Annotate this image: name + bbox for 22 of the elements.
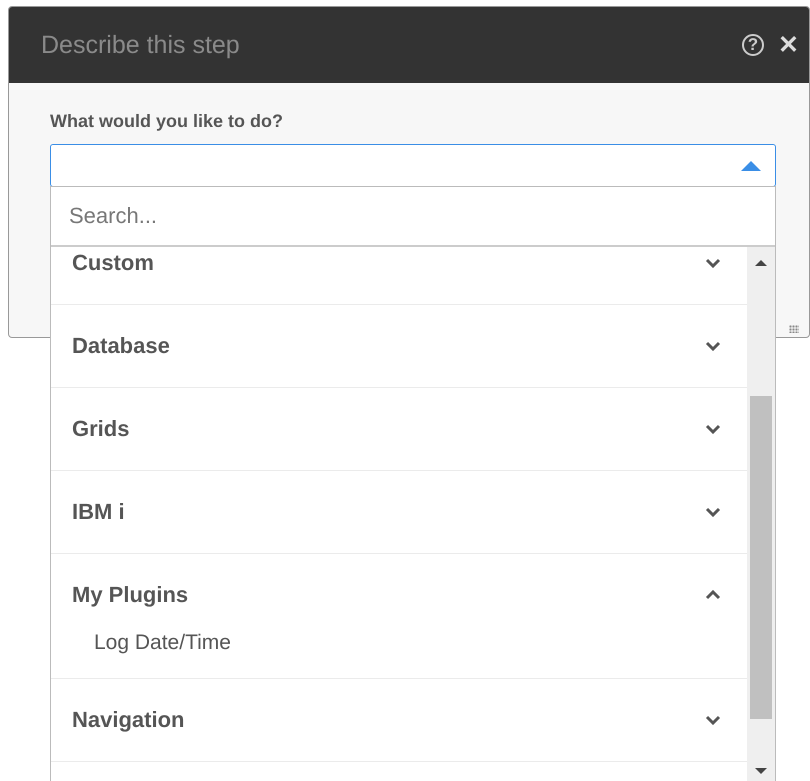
group-header[interactable]: IBM i (51, 471, 747, 553)
group-label: Grids (72, 416, 130, 442)
group-label: Database (72, 333, 170, 359)
group-header[interactable]: Database (51, 305, 747, 387)
group-header[interactable]: Custom (51, 247, 747, 304)
group-label: Navigation (72, 707, 184, 733)
scroll-down-icon[interactable] (755, 768, 767, 774)
scroll-up-icon[interactable] (755, 260, 767, 266)
resize-grip-icon[interactable] (789, 325, 799, 333)
group-header[interactable]: Grids (51, 388, 747, 470)
field-label: What would you like to do? (50, 111, 283, 132)
scrollbar-track[interactable] (747, 247, 775, 781)
group-label: My Plugins (72, 582, 188, 608)
group-header[interactable]: Navigation (51, 679, 747, 761)
close-button[interactable]: ✕ (778, 30, 799, 60)
scrollbar-thumb[interactable] (750, 396, 772, 719)
help-button[interactable]: ? (742, 34, 764, 56)
group-label: Custom (72, 250, 154, 276)
dialog-title: Describe this step (41, 30, 240, 60)
select-field[interactable] (50, 144, 776, 187)
list-option[interactable]: Log Date/Time (94, 631, 231, 663)
group-label: IBM i (72, 499, 125, 525)
